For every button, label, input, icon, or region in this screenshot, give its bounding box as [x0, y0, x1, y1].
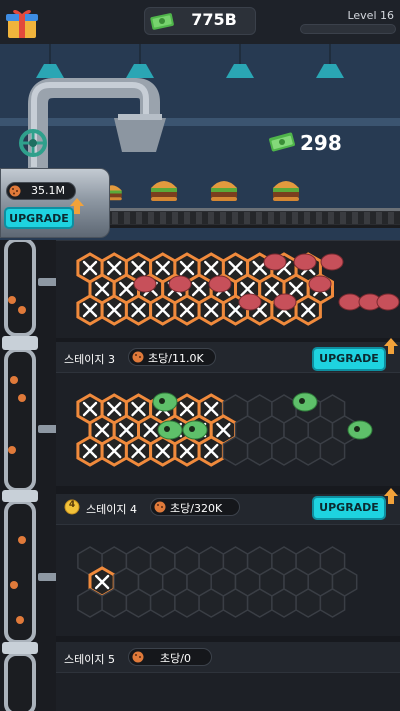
- hex-cell[interactable]: [319, 436, 346, 466]
- burger-icon: [211, 181, 237, 201]
- hex-cell[interactable]: [246, 588, 273, 618]
- stage-4-rate: 초당/320K: [170, 502, 223, 515]
- tank-amount: 35.1M: [31, 184, 65, 197]
- gift-box-icon[interactable]: [4, 4, 40, 40]
- stage-4-label: 스테이지 4: [86, 503, 137, 516]
- meat-chunk-icon: [293, 253, 317, 271]
- hex-cell[interactable]: [198, 588, 225, 618]
- alien-creature-icon: [152, 392, 178, 412]
- tank-upgrade-button[interactable]: UPGRADE: [4, 207, 74, 229]
- meat-chunk-icon: [376, 293, 400, 311]
- cookie-icon: [9, 185, 21, 197]
- alien-creature-icon: [347, 420, 373, 440]
- alien-creature-icon: [182, 420, 208, 440]
- alien-creature-icon: [157, 420, 183, 440]
- meat-chunk-icon: [168, 275, 192, 293]
- stage-4-upgrade-button[interactable]: UPGRADE: [312, 496, 386, 520]
- conveyor-strip: [100, 212, 400, 224]
- meat-chunk-icon: [308, 275, 332, 293]
- meat-chunk-icon: [273, 293, 297, 311]
- meat-chunk-icon: [208, 275, 232, 293]
- meat-chunk-icon: [238, 293, 262, 311]
- hex-cell[interactable]: [295, 588, 322, 618]
- stage-4-hex-grid: [70, 532, 400, 632]
- hex-grid-svg: [77, 546, 358, 618]
- cookie-icon: [154, 501, 166, 513]
- burger-icon: [273, 181, 299, 201]
- stage-panel-5: [56, 672, 400, 711]
- hex-cell[interactable]: [174, 588, 200, 618]
- level-label: Level 16: [347, 9, 394, 22]
- vertical-pipes: [2, 240, 56, 711]
- hex-grid-svg: [76, 252, 400, 326]
- cash-amount: 775B: [191, 10, 237, 29]
- meat-chunk-icon: [263, 253, 287, 271]
- meat-chunk-icon: [338, 293, 362, 311]
- stage-3-rate: 초당/11.0K: [148, 352, 204, 365]
- hex-grid-svg: [76, 392, 373, 467]
- hex-cell[interactable]: [149, 588, 176, 618]
- hex-cell[interactable]: [101, 588, 128, 618]
- hex-cell[interactable]: [77, 588, 103, 618]
- cookie-icon: [132, 351, 144, 363]
- burger-icon: [151, 181, 177, 201]
- meat-chunk-icon: [320, 253, 344, 271]
- profit-amount: 298: [300, 131, 342, 155]
- money-stack-icon: [150, 13, 174, 30]
- hex-cell[interactable]: [222, 588, 249, 618]
- money-stack-icon: [269, 132, 295, 152]
- hex-cell[interactable]: [125, 588, 152, 618]
- arrow-up-icon: [384, 338, 398, 354]
- alien-creature-icon: [292, 392, 318, 412]
- stage-3-hex-grid: [70, 380, 400, 480]
- medal-number: 4: [68, 500, 76, 510]
- hex-cell[interactable]: [271, 436, 297, 466]
- hex-cell[interactable]: [271, 588, 297, 618]
- level-progress-bar: [300, 24, 396, 34]
- stage-5-label: 스테이지 5: [64, 653, 115, 666]
- hex-cell[interactable]: [295, 436, 322, 466]
- hex-cell[interactable]: [319, 588, 346, 618]
- hex-cell[interactable]: [246, 436, 273, 466]
- cookie-icon: [132, 651, 144, 663]
- arrow-up-icon: [70, 198, 84, 214]
- stage-3-label: 스테이지 3: [64, 353, 115, 366]
- stage-2-hex-grid: [70, 240, 400, 338]
- hex-cell[interactable]: [222, 436, 249, 466]
- arrow-up-icon: [384, 488, 398, 504]
- stage-5-rate: 초당/0: [160, 652, 191, 665]
- valve-wheel-icon: [19, 129, 47, 157]
- stage-3-upgrade-button[interactable]: UPGRADE: [312, 347, 386, 371]
- meat-chunk-icon: [133, 275, 157, 293]
